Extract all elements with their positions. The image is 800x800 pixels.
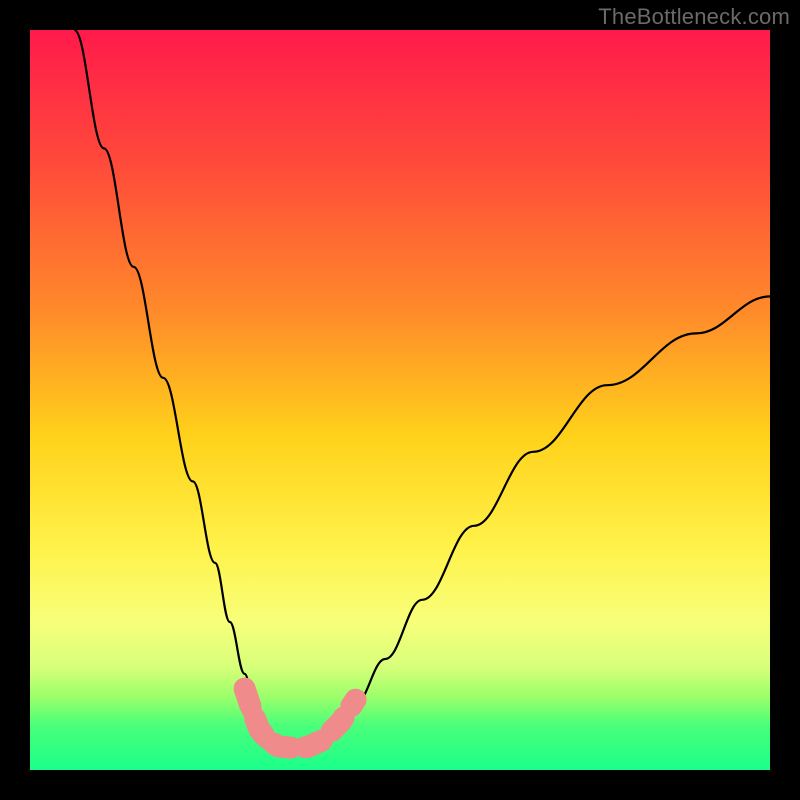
marker-dot: [331, 712, 351, 732]
gradient-background: [30, 30, 770, 770]
marker-dot: [312, 730, 332, 750]
plot-area: [30, 30, 770, 770]
marker-dot: [346, 690, 366, 710]
chart-frame: TheBottleneck.com: [0, 0, 800, 800]
site-watermark: TheBottleneck.com: [598, 4, 790, 30]
marker-dot: [235, 679, 255, 699]
marker-dot: [242, 701, 262, 721]
bottleneck-chart: [30, 30, 770, 770]
